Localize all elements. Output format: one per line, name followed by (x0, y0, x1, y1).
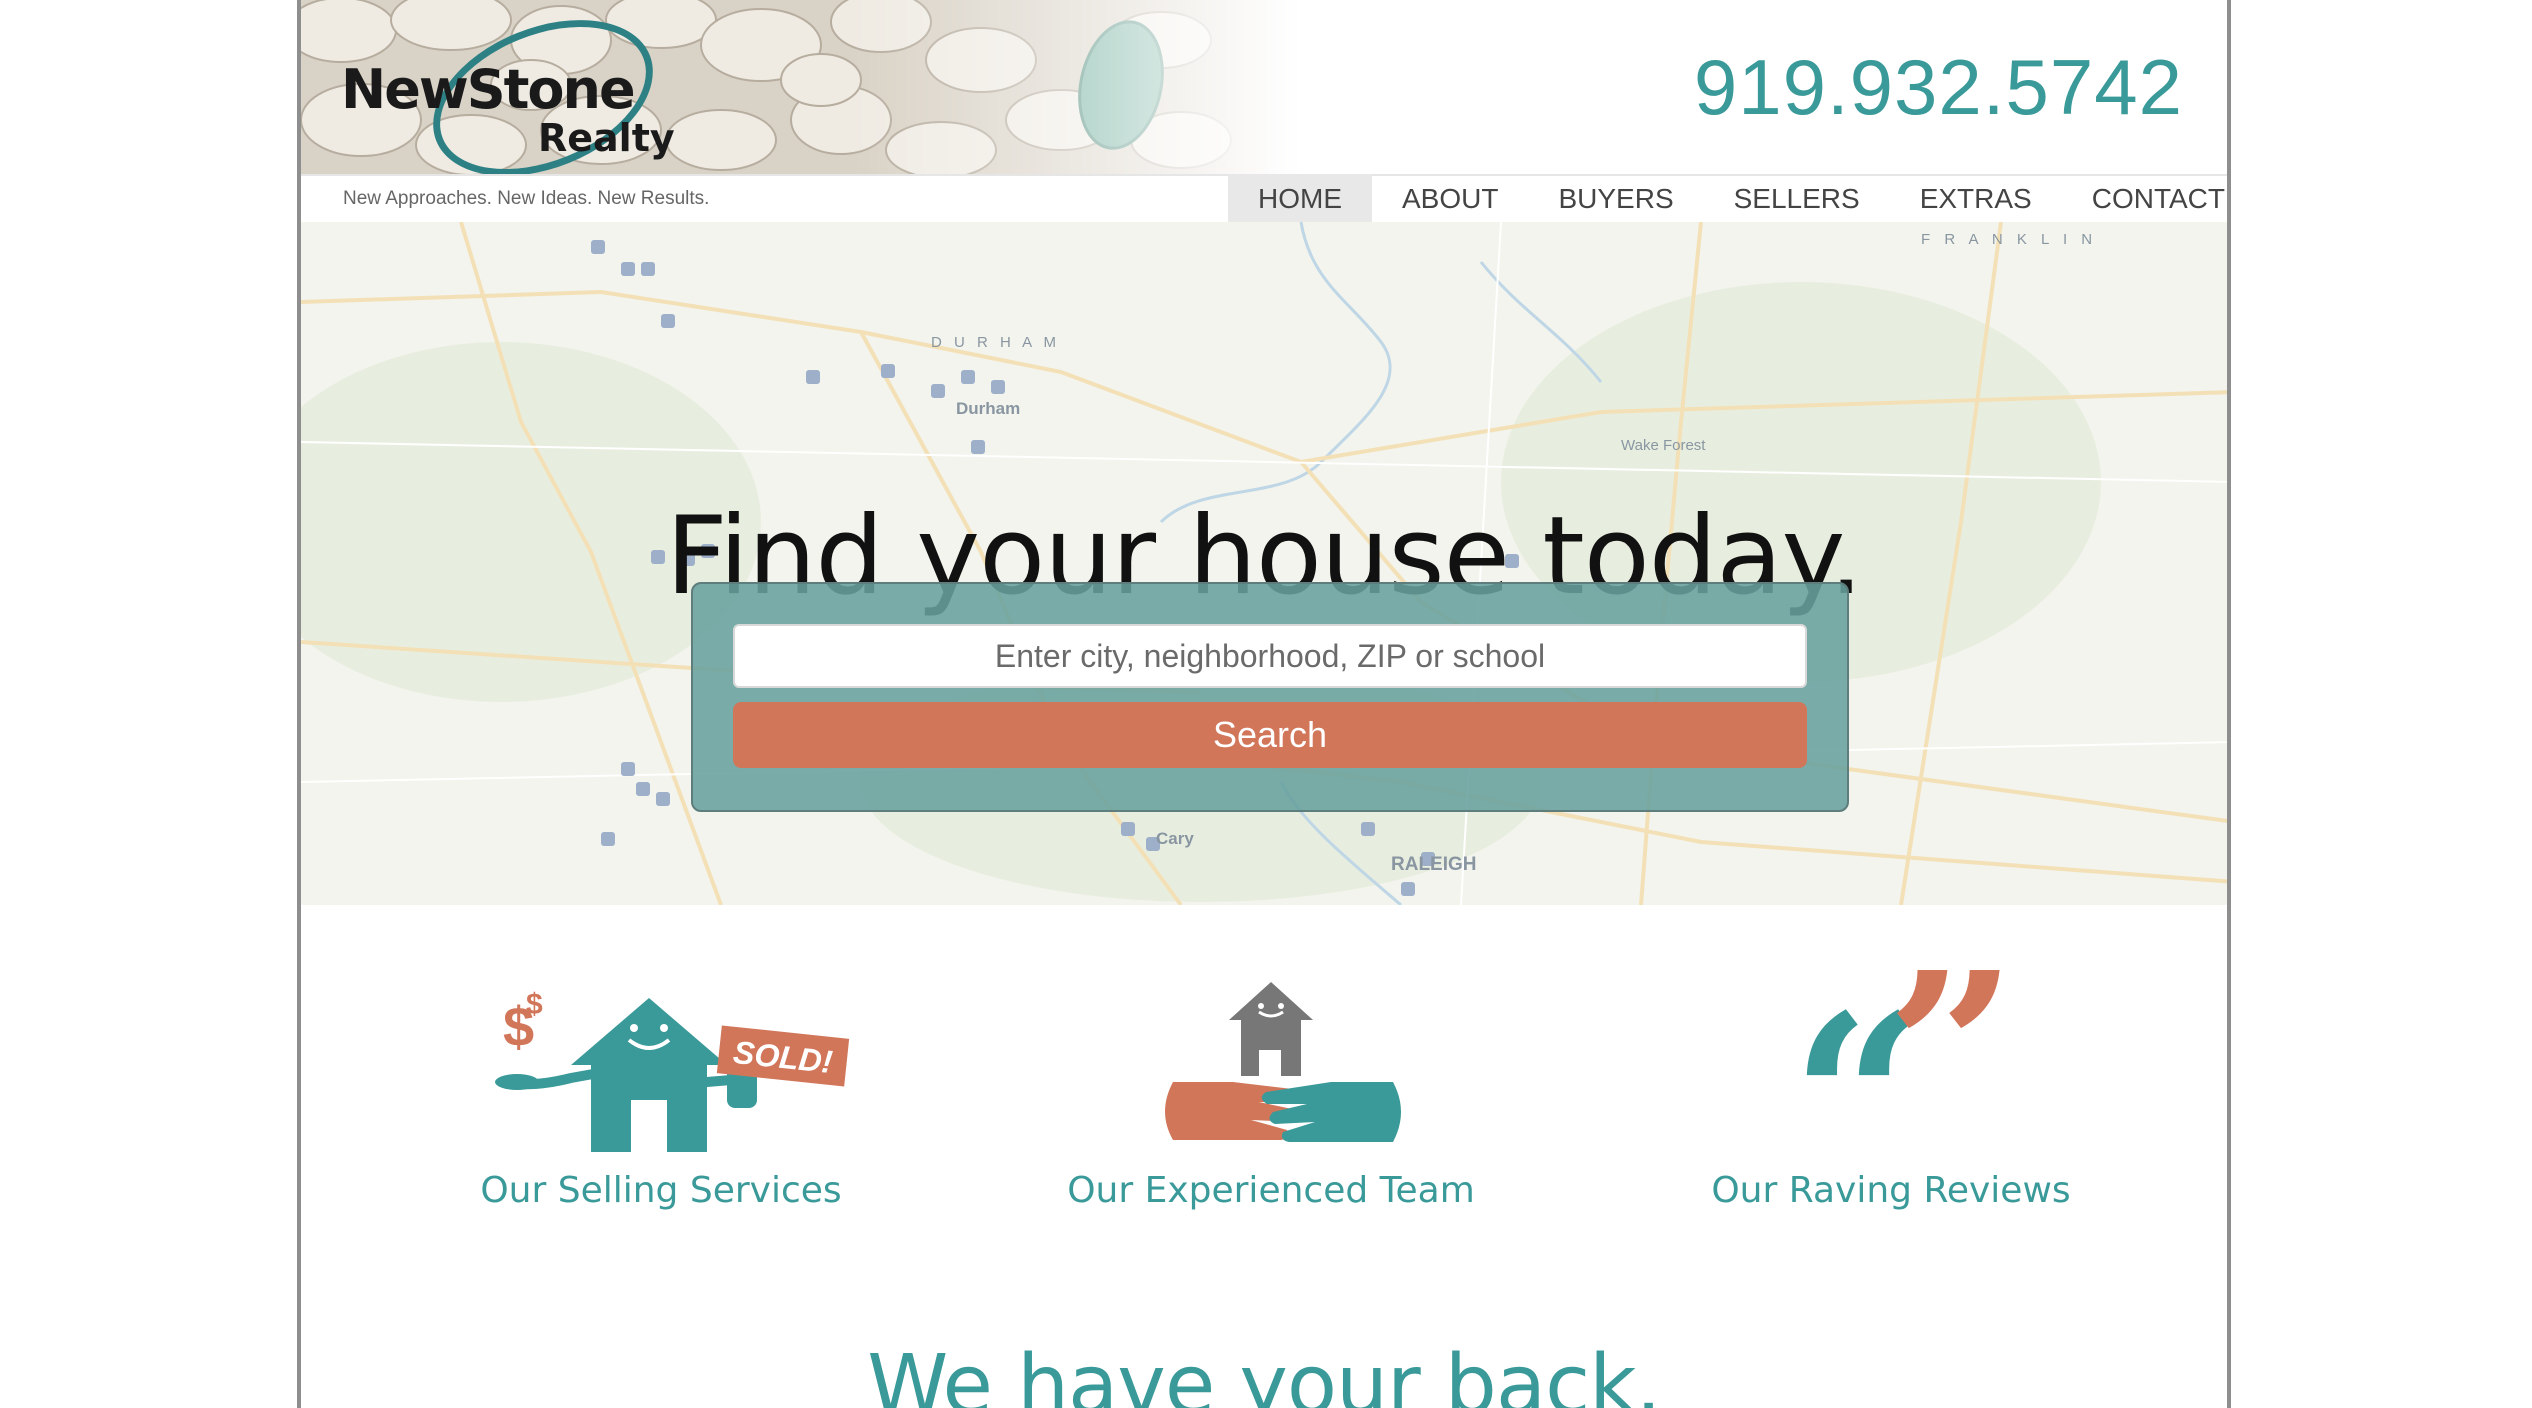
handshake-house-icon (1165, 982, 1401, 1142)
we-have-your-back-heading: We have your back. (867, 1338, 1661, 1408)
service-label-reviews: Our Raving Reviews (1711, 1170, 2071, 1211)
service-label-team: Our Experienced Team (1067, 1170, 1475, 1211)
site-header: NewStone Realty 919.932.5742 New Approac… (301, 0, 2227, 224)
logo-main-text: NewStone (341, 58, 636, 121)
nav-extras[interactable]: EXTRAS (1890, 174, 2062, 222)
phone-number[interactable]: 919.932.5742 (1694, 42, 2183, 133)
brand-logo[interactable]: NewStone Realty (333, 0, 753, 206)
tagline: New Approaches. New Ideas. New Results. (343, 188, 710, 209)
service-label-selling: Our Selling Services (480, 1170, 842, 1211)
nav-about[interactable]: ABOUT (1372, 174, 1528, 222)
sold-house-icon: $ $ SOLD! (495, 988, 850, 1152)
search-panel: Search (691, 582, 1849, 812)
search-input[interactable] (733, 624, 1807, 688)
main-nav: HOME ABOUT BUYERS SELLERS EXTRAS CONTACT (1228, 174, 2227, 222)
service-reviews[interactable]: “ ” Our Raving Reviews (1691, 915, 2091, 1235)
quote-marks-icon: “ ” (1791, 915, 2018, 1235)
nav-home[interactable]: HOME (1228, 174, 1372, 222)
logo-sub-text: Realty (538, 116, 675, 160)
search-button[interactable]: Search (733, 702, 1807, 768)
nav-sellers[interactable]: SELLERS (1704, 174, 1890, 222)
service-team[interactable]: Our Experienced Team (1061, 970, 1481, 1230)
nav-buyers[interactable]: BUYERS (1528, 174, 1703, 222)
service-selling[interactable]: $ $ SOLD! Our Selling Services (471, 970, 851, 1230)
page-frame: NewStone Realty 919.932.5742 New Approac… (297, 0, 2231, 1408)
hero-search-section: D U R H A M Durham RALEIGH Cary Wake For… (301, 222, 2227, 905)
svg-text:$: $ (526, 988, 543, 1021)
nav-contact[interactable]: CONTACT (2062, 174, 2227, 222)
svg-text:”: ” (1886, 970, 2018, 1160)
